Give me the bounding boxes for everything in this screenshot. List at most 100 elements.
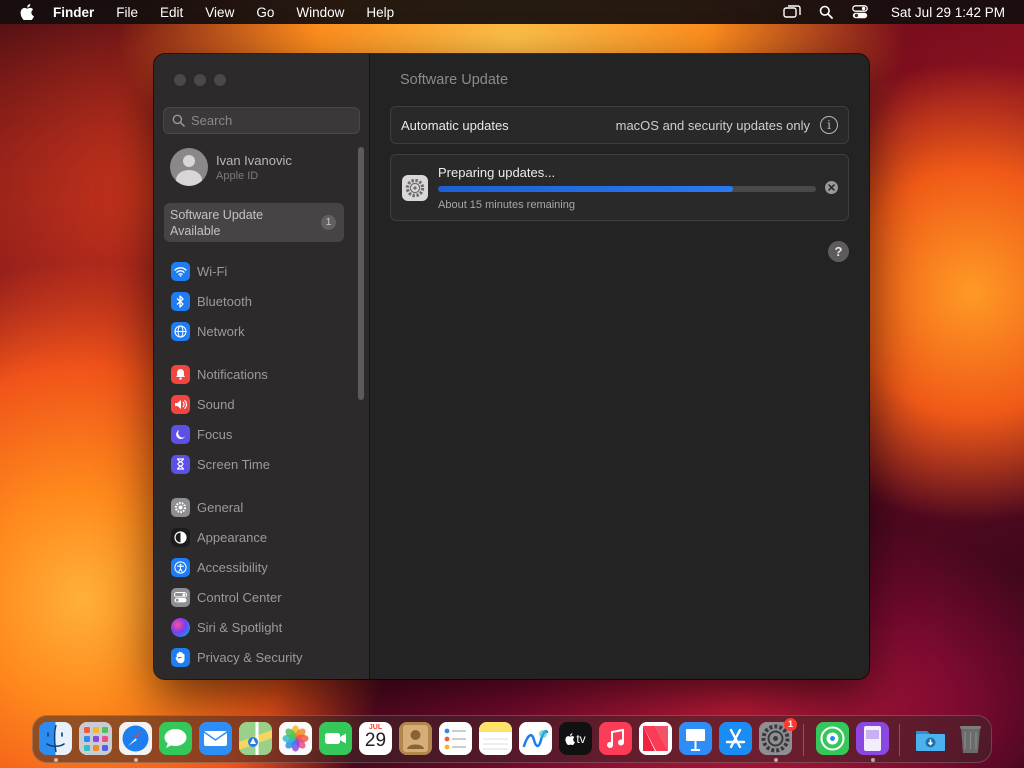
messages-icon[interactable] bbox=[159, 722, 192, 755]
help-button[interactable]: ? bbox=[828, 241, 849, 262]
running-indicator bbox=[53, 758, 58, 762]
launchpad-icon[interactable] bbox=[79, 722, 112, 755]
profile-subtitle: Apple ID bbox=[216, 169, 259, 182]
apple-menu-icon[interactable] bbox=[16, 0, 38, 24]
sidebar-search-field[interactable] bbox=[163, 107, 360, 134]
preparing-updates-card: Preparing updates... About 15 minutes re… bbox=[390, 154, 849, 221]
sidebar-item-label: Network bbox=[197, 323, 245, 339]
software-update-pane: Software Update Automatic updates macOS … bbox=[370, 54, 869, 679]
close-icon bbox=[828, 184, 835, 191]
facetime-icon[interactable] bbox=[319, 722, 352, 755]
calendar-icon[interactable]: JUL 29 bbox=[359, 722, 392, 755]
hand-icon bbox=[171, 647, 190, 667]
menu-app-name[interactable]: Finder bbox=[53, 5, 94, 20]
sidebar-item-label: Sound bbox=[197, 396, 235, 412]
focus-moon-icon bbox=[171, 424, 190, 444]
sidebar-item-label: Siri & Spotlight bbox=[197, 619, 283, 635]
freeform-icon[interactable] bbox=[519, 722, 552, 755]
sidebar-item-control-center[interactable]: Control Center bbox=[171, 586, 282, 608]
gear-icon bbox=[171, 497, 190, 517]
sidebar-item-label: Bluetooth bbox=[197, 293, 252, 309]
sidebar-item-label: Appearance bbox=[197, 529, 268, 545]
minimize-window-button[interactable] bbox=[194, 74, 206, 86]
sidebar-item-general[interactable]: General bbox=[171, 496, 243, 518]
dock-separator bbox=[899, 724, 900, 756]
sidebar-item-privacy-security[interactable]: Privacy & Security bbox=[171, 646, 302, 668]
close-window-button[interactable] bbox=[174, 74, 186, 86]
sidebar-item-sound[interactable]: Sound bbox=[171, 393, 235, 415]
notification-badge: 1 bbox=[784, 718, 797, 731]
menu-edit[interactable]: Edit bbox=[160, 5, 183, 20]
menu-bar: Finder File Edit View Go Window Help Sat… bbox=[0, 0, 1024, 24]
sidebar-item-appearance[interactable]: Appearance bbox=[171, 526, 267, 548]
reminders-icon[interactable] bbox=[439, 722, 472, 755]
sidebar-item-label: Notifications bbox=[197, 366, 268, 382]
control-center-icon[interactable] bbox=[851, 4, 869, 20]
running-indicator bbox=[870, 758, 875, 762]
search-input[interactable] bbox=[191, 113, 341, 128]
apple-id-profile[interactable]: Ivan Ivanovic Apple ID bbox=[170, 148, 292, 186]
notifications-icon bbox=[171, 364, 190, 384]
window-controls bbox=[174, 74, 226, 86]
apple-tv-icon[interactable]: tv bbox=[559, 722, 592, 755]
info-icon[interactable]: i bbox=[820, 116, 838, 134]
menu-view[interactable]: View bbox=[205, 5, 234, 20]
automatic-updates-label: Automatic updates bbox=[401, 117, 509, 133]
keynote-icon[interactable] bbox=[679, 722, 712, 755]
sidebar-item-bluetooth[interactable]: Bluetooth bbox=[171, 290, 252, 312]
cancel-update-button[interactable] bbox=[825, 181, 838, 194]
photos-icon[interactable] bbox=[279, 722, 312, 755]
menu-window[interactable]: Window bbox=[296, 5, 344, 20]
dock-separator bbox=[803, 724, 804, 756]
menu-go[interactable]: Go bbox=[256, 5, 274, 20]
sidebar-item-siri-spotlight[interactable]: Siri & Spotlight bbox=[171, 616, 282, 638]
downloads-folder-icon[interactable] bbox=[914, 722, 947, 755]
sidebar-item-wifi[interactable]: Wi-Fi bbox=[171, 260, 227, 282]
menu-bar-clock[interactable]: Sat Jul 29 1:42 PM bbox=[891, 5, 1005, 20]
tv-label: tv bbox=[576, 731, 586, 746]
menu-file[interactable]: File bbox=[116, 5, 138, 20]
spotlight-search-icon[interactable] bbox=[817, 4, 835, 20]
news-icon[interactable] bbox=[639, 722, 672, 755]
sidebar-item-label: Focus bbox=[197, 426, 233, 442]
maps-icon[interactable] bbox=[239, 722, 272, 755]
preview-icon[interactable] bbox=[856, 722, 889, 755]
sidebar-item-label: Privacy & Security bbox=[197, 649, 303, 665]
running-indicator bbox=[133, 758, 138, 762]
bluetooth-icon bbox=[171, 291, 190, 311]
mail-icon[interactable] bbox=[199, 722, 232, 755]
safari-icon[interactable] bbox=[119, 722, 152, 755]
zoom-window-button[interactable] bbox=[214, 74, 226, 86]
trash-icon[interactable] bbox=[954, 722, 987, 755]
software-update-available-item[interactable]: Software Update Available 1 bbox=[164, 203, 344, 242]
sidebar-item-label: General bbox=[197, 499, 244, 515]
hourglass-icon bbox=[171, 454, 190, 474]
music-icon[interactable] bbox=[599, 722, 632, 755]
sidebar-item-label: Wi-Fi bbox=[197, 263, 228, 279]
sidebar-item-focus[interactable]: Focus bbox=[171, 423, 232, 445]
avatar bbox=[170, 148, 208, 186]
finder-icon[interactable] bbox=[39, 722, 72, 755]
update-notice-line1: Software Update bbox=[170, 208, 264, 222]
automatic-updates-value: macOS and security updates only bbox=[615, 117, 810, 133]
calendar-day: 29 bbox=[364, 730, 387, 751]
sidebar-item-network[interactable]: Network bbox=[171, 320, 245, 342]
sidebar-item-screen-time[interactable]: Screen Time bbox=[171, 453, 270, 475]
update-notice-line2: Available bbox=[170, 223, 221, 238]
contacts-icon[interactable] bbox=[399, 722, 432, 755]
find-my-icon[interactable] bbox=[816, 722, 849, 755]
siri-icon bbox=[171, 617, 190, 637]
sidebar-item-accessibility[interactable]: Accessibility bbox=[171, 556, 268, 578]
accessibility-icon bbox=[171, 557, 190, 577]
network-globe-icon bbox=[171, 321, 190, 341]
sidebar-scrollbar[interactable] bbox=[358, 147, 364, 400]
wifi-icon bbox=[171, 261, 190, 281]
sidebar-item-label: Accessibility bbox=[197, 559, 268, 575]
menu-help[interactable]: Help bbox=[366, 5, 394, 20]
app-store-icon[interactable] bbox=[719, 722, 752, 755]
sidebar-item-notifications[interactable]: Notifications bbox=[171, 363, 268, 385]
notes-icon[interactable] bbox=[479, 722, 512, 755]
control-center-icon bbox=[171, 587, 190, 607]
screen-mirroring-icon[interactable] bbox=[783, 4, 801, 20]
system-settings-window: Ivan Ivanovic Apple ID Software Update A… bbox=[154, 54, 869, 679]
